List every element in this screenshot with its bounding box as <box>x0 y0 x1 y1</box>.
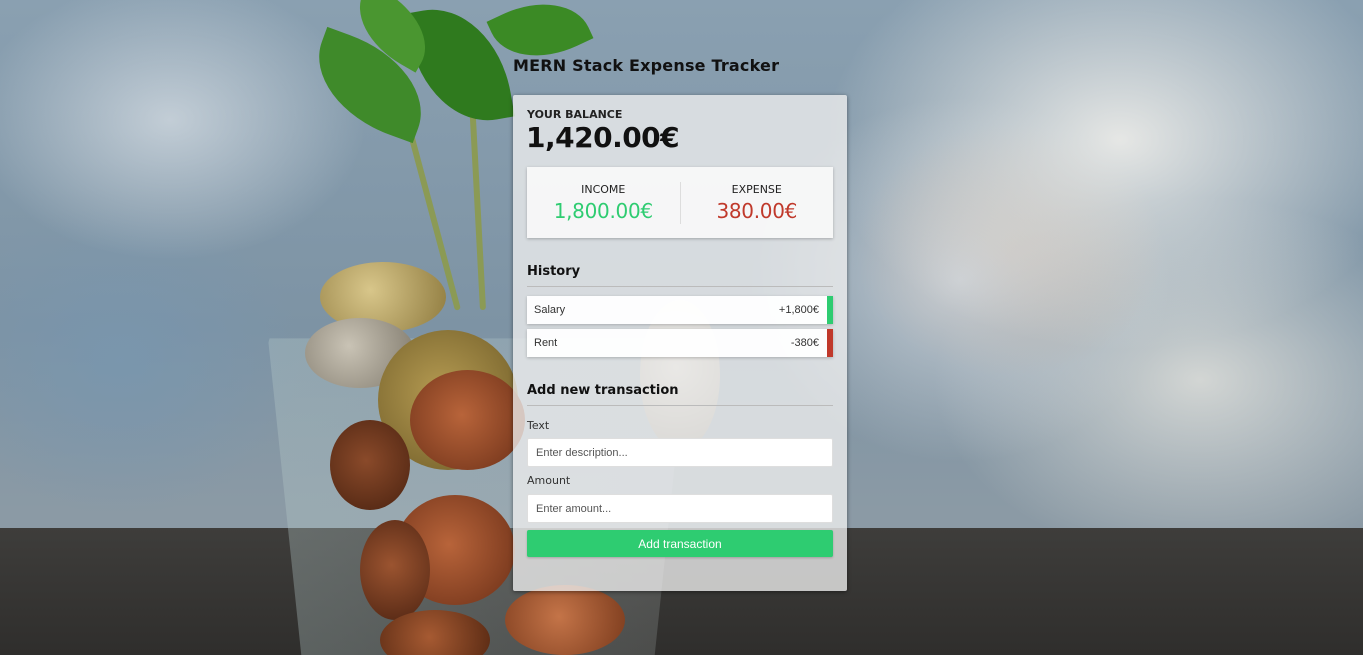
expense-column: EXPENSE 380.00€ <box>681 183 834 223</box>
income-label: INCOME <box>581 182 626 196</box>
list-item[interactable]: Salary +1,800€ <box>527 296 833 324</box>
coin <box>330 420 410 510</box>
amount-input[interactable] <box>527 494 833 523</box>
expense-value: 380.00€ <box>716 198 798 223</box>
income-expense-summary: INCOME 1,800.00€ EXPENSE 380.00€ <box>527 167 833 238</box>
description-input[interactable] <box>527 438 833 467</box>
list-item[interactable]: Rent -380€ <box>527 329 833 357</box>
balance-label: YOUR BALANCE <box>527 108 623 121</box>
coin <box>410 370 525 470</box>
history-title: History <box>527 264 833 287</box>
expense-label: EXPENSE <box>731 182 782 196</box>
amount-field-label: Amount <box>527 474 571 487</box>
add-transaction-button[interactable]: Add transaction <box>527 530 833 557</box>
app-title: MERN Stack Expense Tracker <box>513 56 780 75</box>
expense-tracker-card: YOUR BALANCE 1,420.00€ INCOME 1,800.00€ … <box>513 95 847 591</box>
history-list: Salary +1,800€ Rent -380€ <box>527 296 833 362</box>
balance-value: 1,420.00€ <box>526 121 680 154</box>
income-column: INCOME 1,800.00€ <box>527 183 680 223</box>
transaction-amount: +1,800€ <box>778 304 819 316</box>
transaction-text: Salary <box>534 304 566 316</box>
income-value: 1,800.00€ <box>553 198 653 223</box>
coin <box>360 520 430 620</box>
coin <box>505 585 625 655</box>
text-field-label: Text <box>527 419 550 432</box>
plant-stem <box>468 90 486 311</box>
transaction-text: Rent <box>534 337 558 349</box>
transaction-amount: -380€ <box>790 337 819 349</box>
add-transaction-title: Add new transaction <box>527 383 833 406</box>
